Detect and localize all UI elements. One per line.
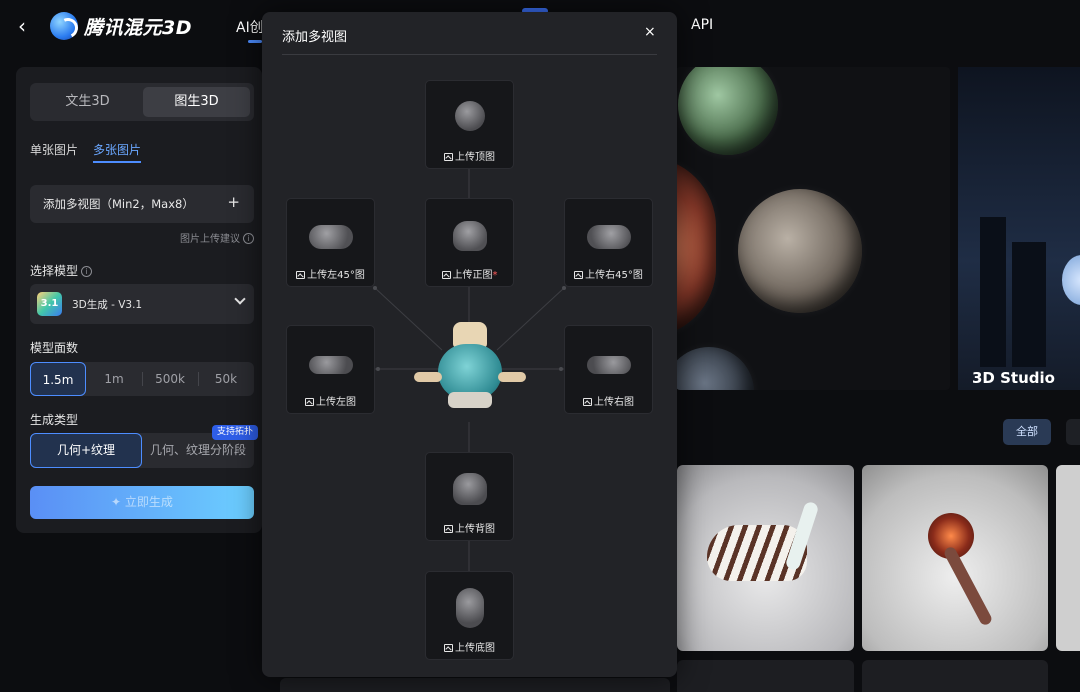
- studio-banner[interactable]: 3D Studio: [958, 67, 1080, 390]
- upload-top-view-label: 上传顶图: [426, 148, 513, 163]
- upload-tips-label: 图片上传建议: [180, 234, 240, 245]
- reference-model-image: [414, 322, 526, 418]
- upload-right-view-label: 上传右图: [565, 393, 652, 408]
- model-version-badge: 3.1: [37, 292, 62, 316]
- app-page: ‹ 腾讯混元3D AI创 API 文生3D 图生3D 单张图片 多张图片 添加多…: [0, 0, 1080, 692]
- image-icon: [583, 398, 592, 406]
- tab-multi-image[interactable]: 多张图片: [93, 141, 141, 158]
- bubble-scene-image: [678, 67, 778, 155]
- subtab-active-indicator: [93, 161, 141, 163]
- tab-image-to-3d[interactable]: 图生3D: [143, 87, 250, 117]
- chevron-down-icon: [234, 293, 246, 305]
- upload-back-view-slot[interactable]: 上传背图: [425, 452, 514, 541]
- upload-left45-view-label: 上传左45°图: [287, 266, 374, 281]
- face-option-50k[interactable]: 50k: [198, 362, 254, 396]
- city-silhouette: [980, 217, 1006, 367]
- upload-right45-view-slot[interactable]: 上传右45°图: [564, 198, 653, 287]
- axe-handle: [942, 545, 994, 627]
- image-icon: [574, 271, 584, 279]
- upload-tips-link[interactable]: 图片上传建议 i: [180, 230, 254, 245]
- upload-right45-view-label: 上传右45°图: [565, 266, 652, 281]
- upload-bottom-view-slot[interactable]: 上传底图: [425, 571, 514, 660]
- top-view-thumbnail: [454, 101, 485, 131]
- image-icon: [296, 271, 306, 279]
- face-count-selector: 1.5m 1m 500k 50k: [30, 362, 254, 396]
- studio-title: 3D Studio: [972, 369, 1055, 387]
- filter-all-button[interactable]: 全部: [1003, 419, 1051, 445]
- gen-type-geometry-texture[interactable]: 几何+纹理: [30, 433, 142, 468]
- back-arrow-icon[interactable]: ‹: [18, 14, 38, 38]
- model-section-label: 选择模型: [30, 264, 79, 278]
- model-name: 3D生成 - V3.1: [72, 299, 143, 311]
- face-option-1m[interactable]: 1m: [86, 362, 142, 396]
- bubble-scene-image: [738, 189, 862, 313]
- left-view-thumbnail: [308, 356, 353, 374]
- brand-title: 腾讯混元3D: [84, 17, 192, 39]
- right45-view-thumbnail: [586, 225, 631, 249]
- gallery-card-row2[interactable]: [862, 660, 1048, 692]
- nav-api[interactable]: API: [691, 17, 713, 33]
- nav-ai-create[interactable]: AI创: [236, 17, 264, 37]
- city-silhouette: [1012, 242, 1046, 367]
- required-asterisk: *: [492, 270, 498, 281]
- filter-more-button[interactable]: [1066, 419, 1080, 445]
- face-option-1-5m[interactable]: 1.5m: [30, 362, 86, 396]
- tab-text-to-3d[interactable]: 文生3D: [34, 87, 141, 117]
- add-multiview-label: 添加多视图（Min2，Max8）: [43, 197, 194, 211]
- gallery-card-axe[interactable]: [862, 465, 1048, 651]
- image-icon: [441, 271, 451, 279]
- upload-left-view-slot[interactable]: 上传左图: [286, 325, 375, 414]
- info-icon[interactable]: i: [81, 266, 93, 277]
- face-count-label: 模型面数: [30, 341, 79, 355]
- hunyuan-logo-icon: [50, 12, 78, 40]
- gallery-card-row2[interactable]: [280, 678, 670, 692]
- avatar: [1062, 255, 1080, 305]
- upload-back-view-label: 上传背图: [426, 520, 513, 535]
- upload-left-view-label: 上传左图: [287, 393, 374, 408]
- image-icon: [444, 525, 453, 533]
- front-view-thumbnail: [452, 221, 487, 251]
- bubble-scene-image: [676, 157, 716, 337]
- upload-bottom-view-label: 上传底图: [426, 639, 513, 654]
- mode-switch: 文生3D 图生3D: [30, 83, 254, 121]
- upload-left45-view-slot[interactable]: 上传左45°图: [286, 198, 375, 287]
- generate-button-label: 立即生成: [124, 495, 173, 509]
- model-section-heading: 选择模型 i: [30, 262, 93, 279]
- upload-front-view-label: 上传正图*: [426, 266, 513, 281]
- gallery-card-tiger[interactable]: [677, 465, 854, 651]
- upload-top-view-slot[interactable]: 上传顶图: [425, 80, 514, 169]
- featured-banner[interactable]: [676, 67, 950, 390]
- info-icon: i: [243, 233, 254, 244]
- back-view-thumbnail: [452, 473, 487, 505]
- tab-single-image[interactable]: 单张图片: [30, 141, 78, 158]
- generate-button[interactable]: ✦ 立即生成: [30, 486, 254, 519]
- right-view-thumbnail: [586, 356, 631, 374]
- nav-active-indicator: [248, 40, 262, 43]
- add-multiview-dialog: 添加多视图 × 上传顶图 上传左45°图 上传正图* 上传右45°图 上传左图 …: [262, 12, 677, 677]
- model-select[interactable]: 3.1 3D生成 - V3.1: [30, 284, 254, 324]
- image-icon: [305, 398, 314, 406]
- face-option-500k[interactable]: 500k: [142, 362, 198, 396]
- generation-panel: 文生3D 图生3D 单张图片 多张图片 添加多视图（Min2，Max8） + 图…: [16, 67, 262, 533]
- upload-front-view-slot[interactable]: 上传正图*: [425, 198, 514, 287]
- plus-icon: +: [227, 193, 240, 211]
- bottom-view-thumbnail: [455, 588, 484, 628]
- gallery-card-partial[interactable]: [1056, 465, 1080, 651]
- sparkle-icon: ✦: [111, 495, 125, 509]
- add-multiview-button[interactable]: 添加多视图（Min2，Max8） +: [30, 185, 254, 223]
- topology-badge: 支持拓扑: [212, 425, 259, 440]
- image-icon: [444, 153, 453, 161]
- left45-view-thumbnail: [308, 225, 353, 249]
- gen-type-label: 生成类型: [30, 413, 79, 427]
- upload-right-view-slot[interactable]: 上传右图: [564, 325, 653, 414]
- image-icon: [444, 644, 453, 652]
- gallery-card-row2[interactable]: [677, 660, 854, 692]
- bubble-scene-image: [676, 347, 754, 390]
